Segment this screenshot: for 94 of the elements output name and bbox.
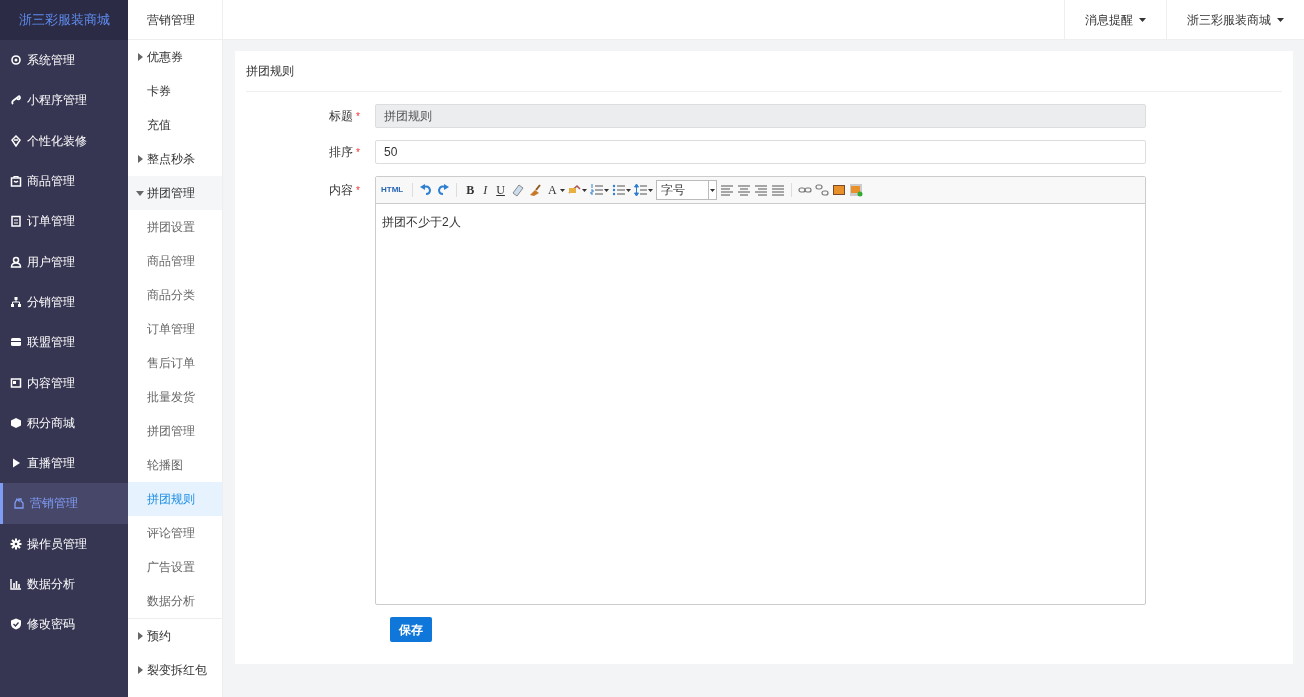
sidebar-item[interactable]: 小程序管理 — [0, 80, 128, 121]
caret-down-icon — [136, 189, 144, 197]
sidebar-item[interactable]: 内容管理 — [0, 362, 128, 403]
caret-down-icon — [647, 188, 653, 192]
submenu-item[interactable]: 充值 — [128, 108, 222, 142]
save-button[interactable]: 保存 — [390, 617, 432, 642]
align-left-icon[interactable] — [719, 183, 734, 197]
submenu-item[interactable]: 商品分类 — [128, 278, 222, 312]
sidebar-item[interactable]: 订单管理 — [0, 201, 128, 242]
sidebar-item[interactable]: 修改密码 — [0, 604, 128, 645]
field-label: 内容 — [329, 182, 354, 199]
redo-icon[interactable] — [436, 183, 451, 197]
header-dropdown[interactable]: 浙三彩服装商城 — [1166, 0, 1304, 39]
editor-text: 拼团不少于2人 — [382, 214, 462, 231]
shield-check-icon — [10, 618, 22, 631]
submenu-item[interactable]: 轮播图 — [128, 448, 222, 482]
caret-right-icon — [136, 155, 144, 163]
caret-right-icon — [136, 53, 144, 61]
caret-down-icon — [625, 188, 631, 192]
sidebar-item[interactable]: 直播管理 — [0, 442, 128, 484]
clipboard-icon — [10, 215, 22, 228]
sidebar-item[interactable]: 系统管理 — [0, 40, 128, 81]
sidebar-item[interactable]: 积分商城 — [0, 402, 128, 443]
bullet-list-icon[interactable] — [611, 183, 626, 197]
text-input[interactable]: 50 — [375, 140, 1146, 164]
unlink-icon[interactable] — [814, 183, 829, 197]
sidebar-item[interactable]: 商品管理 — [0, 160, 128, 202]
card-title: 拼团规则 — [246, 63, 294, 80]
submenu-item[interactable]: 订单管理 — [128, 312, 222, 346]
required-asterisk: * — [356, 183, 360, 198]
submenu-item[interactable]: 数据分析 — [128, 584, 222, 618]
image-icon[interactable] — [831, 183, 846, 197]
rich-text-editor[interactable]: HTML B I U A 字号 拼团不少于2人 — [375, 176, 1146, 605]
font-color-button[interactable]: A — [544, 181, 560, 199]
submenu-item[interactable]: 广告设置 — [128, 550, 222, 584]
submenu-title: 营销管理 — [147, 11, 195, 29]
sidebar-item[interactable]: 数据分析 — [0, 563, 128, 605]
submenu-item[interactable]: 评论管理 — [128, 516, 222, 550]
submenu-group[interactable]: 整点秒杀 — [128, 142, 222, 176]
submenu-item[interactable]: 商品管理 — [128, 244, 222, 278]
highlight-icon[interactable] — [567, 183, 582, 197]
header-dropdown[interactable]: 消息提醒 — [1064, 0, 1166, 39]
gear-icon — [10, 537, 22, 550]
user-icon — [10, 255, 22, 268]
caret-right-icon — [136, 666, 144, 674]
bold-button[interactable]: B — [463, 181, 478, 199]
field-label: 排序 — [329, 144, 354, 161]
underline-button[interactable]: U — [493, 181, 508, 199]
submenu-item[interactable]: 售后订单 — [128, 346, 222, 380]
submenu-item[interactable]: 拼团设置 — [128, 210, 222, 244]
html-source-button[interactable]: HTML — [378, 185, 407, 195]
submenu-item[interactable]: 卡券 — [128, 74, 222, 108]
caret-right-icon — [136, 632, 144, 640]
line-height-icon[interactable] — [633, 183, 648, 197]
eraser-icon[interactable] — [510, 183, 525, 197]
submenu-item[interactable]: 批量发货 — [128, 380, 222, 414]
undo-icon[interactable] — [419, 183, 434, 197]
hierarchy-icon — [10, 295, 22, 308]
required-asterisk: * — [356, 109, 360, 124]
link-icon — [10, 94, 22, 107]
field-label: 标题 — [329, 108, 354, 125]
sidebar-item[interactable]: 分销管理 — [0, 281, 128, 323]
caret-down-icon — [1277, 17, 1284, 22]
submenu-group[interactable]: 拼团管理 — [128, 176, 222, 210]
window-icon — [10, 376, 22, 389]
bag-icon — [10, 175, 22, 188]
ordered-list-icon[interactable] — [589, 183, 604, 197]
brand-logo-text: 浙三彩服装商城 — [18, 11, 110, 30]
font-size-select[interactable]: 字号 — [655, 180, 717, 200]
sidebar-item[interactable]: 用户管理 — [0, 241, 128, 282]
sidebar-item[interactable]: 操作员管理 — [0, 523, 128, 564]
diamond-icon — [10, 134, 22, 147]
align-right-icon[interactable] — [753, 183, 768, 197]
cube-icon — [10, 416, 22, 429]
bar-chart-icon — [10, 578, 22, 590]
card-icon — [10, 336, 22, 349]
caret-down-icon — [1139, 17, 1146, 22]
align-center-icon[interactable] — [736, 183, 751, 197]
submenu-group[interactable]: 裂变拆红包 — [128, 653, 222, 687]
justify-icon[interactable] — [770, 183, 785, 197]
caret-down-icon — [709, 188, 715, 192]
required-asterisk: * — [356, 145, 360, 160]
caret-down-icon — [559, 188, 565, 192]
sidebar-item[interactable]: 个性化装修 — [0, 120, 128, 161]
submenu-item[interactable]: 拼团管理 — [128, 414, 222, 448]
italic-button[interactable]: I — [480, 181, 491, 199]
submenu-group[interactable]: 优惠券 — [128, 40, 222, 74]
caret-down-icon — [603, 188, 609, 192]
sidebar-item[interactable]: 营销管理 — [0, 483, 128, 524]
sidebar-item[interactable]: 联盟管理 — [0, 322, 128, 363]
play-icon — [10, 457, 22, 470]
caret-down-icon — [581, 188, 587, 192]
gear-icon — [10, 54, 22, 67]
submenu-group[interactable]: 预约 — [128, 619, 222, 653]
